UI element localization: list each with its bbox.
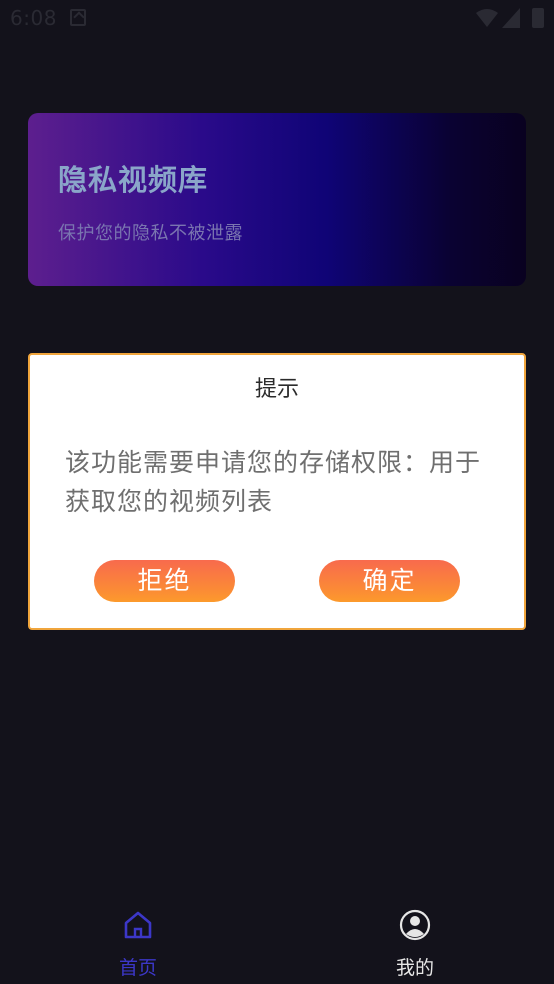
reject-button[interactable]: 拒绝	[94, 560, 235, 602]
dialog-message: 该功能需要申请您的存储权限：用于获取您的视频列表	[65, 448, 482, 516]
nav-item-mine[interactable]: 我的	[345, 900, 485, 984]
nav-label-mine: 我的	[395, 957, 434, 979]
permission-dialog: 提示 该功能需要申请您的存储权限：用于获取您的视频列表 拒绝 确定	[28, 353, 526, 630]
wifi-icon	[476, 9, 498, 27]
status-bar: 6:08	[0, 0, 554, 38]
notification-icon	[70, 9, 86, 26]
status-time: 6:08	[10, 6, 57, 30]
privacy-banner[interactable]: 隐私视频库 保护您的隐私不被泄露	[28, 113, 526, 286]
dialog-title: 提示	[254, 377, 299, 402]
battery-icon	[532, 8, 544, 28]
confirm-button[interactable]: 确定	[319, 560, 460, 602]
nav-label-home: 首页	[118, 957, 157, 979]
home-icon	[124, 911, 152, 939]
profile-icon	[399, 909, 431, 941]
bottom-nav: 首页 我的	[0, 900, 554, 984]
nav-item-home[interactable]: 首页	[68, 900, 208, 984]
banner-title: 隐私视频库	[58, 163, 209, 197]
banner-subtitle: 保护您的隐私不被泄露	[58, 223, 243, 244]
app-screen: 6:08 隐私视频库 保护您的隐私不被泄露 提示 该功能需要申请您的存储权限：用…	[0, 0, 554, 984]
signal-icon	[502, 8, 520, 28]
